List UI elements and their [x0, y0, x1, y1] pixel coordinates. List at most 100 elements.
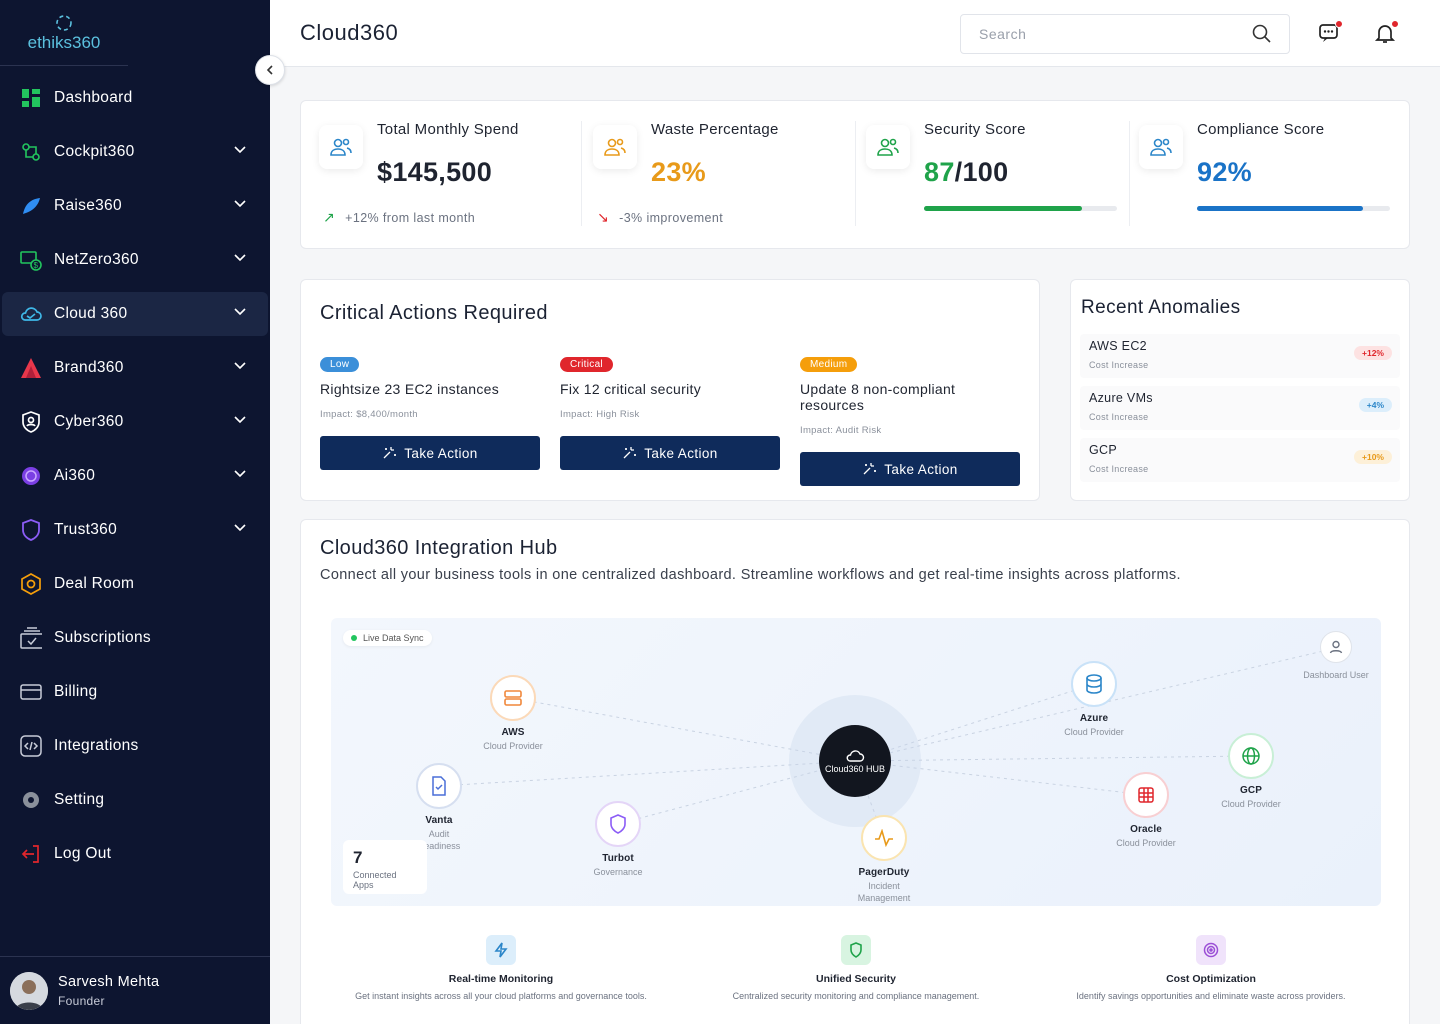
sidebar-item-raise360[interactable]: Raise360	[2, 184, 268, 228]
chevron-down-icon[interactable]	[234, 252, 246, 264]
critical-actions-card: Critical Actions Required Low Rightsize …	[300, 279, 1040, 501]
shield-user-icon	[20, 411, 42, 433]
search-input[interactable]	[960, 14, 1290, 54]
sidebar-item-brand360[interactable]: Brand360	[2, 346, 268, 390]
connected-apps-label: Connected Apps	[353, 870, 397, 890]
action-title: Rightsize 23 EC2 instances	[320, 381, 499, 397]
cockpit-icon	[20, 141, 42, 163]
sidebar-item-label: Integrations	[54, 737, 139, 754]
chat-button[interactable]	[1318, 20, 1343, 46]
code-icon	[20, 735, 42, 757]
node-pagerduty[interactable]: PagerDuty Incident Management	[824, 815, 944, 904]
target-icon	[1196, 935, 1226, 965]
chevron-down-icon[interactable]	[234, 144, 246, 156]
chevron-down-icon[interactable]	[234, 468, 246, 480]
avatar	[10, 971, 48, 1010]
sidebar-item-ai360[interactable]: Ai360	[2, 454, 268, 498]
shield-icon	[595, 801, 641, 847]
notifications-button[interactable]	[1374, 20, 1399, 46]
chevron-down-icon[interactable]	[234, 522, 246, 534]
anomaly-item[interactable]: GCP Cost Increase +10%	[1080, 438, 1400, 482]
sidebar-item-dashboard[interactable]: Dashboard	[2, 76, 268, 120]
sidebar-item-label: Trust360	[54, 521, 117, 538]
chevron-down-icon[interactable]	[234, 360, 246, 372]
stat-compliance-score: Compliance Score 92%	[1139, 119, 1399, 229]
stat-security-score: Security Score 87/100	[866, 119, 1126, 229]
search-icon[interactable]	[1252, 24, 1272, 44]
lightning-icon	[486, 935, 516, 965]
chevron-down-icon[interactable]	[234, 306, 246, 318]
priority-badge: Low	[320, 357, 360, 372]
node-type: Cloud Provider	[1221, 799, 1281, 809]
sidebar-item-cockpit360[interactable]: Cockpit360	[2, 130, 268, 174]
node-vanta[interactable]: Vanta Audit Readiness	[379, 763, 499, 852]
stat-trend-text: -3% improvement	[619, 210, 724, 225]
action-item: Low Rightsize 23 EC2 instances Impact: $…	[320, 354, 540, 470]
take-action-button[interactable]: Take Action	[560, 436, 780, 470]
page-title: Cloud360	[300, 20, 399, 45]
sidebar-item-label: Cyber360	[54, 413, 124, 430]
node-dashboard-user[interactable]: Dashboard User	[1276, 631, 1381, 681]
anomaly-badge: +10%	[1354, 450, 1392, 464]
stat-label: Compliance Score	[1197, 121, 1325, 138]
globe-icon	[1228, 733, 1274, 779]
users-icon	[593, 125, 637, 169]
sidebar-item-log-out[interactable]: Log Out	[2, 832, 268, 876]
user-profile[interactable]: Sarvesh Mehta Founder	[0, 956, 270, 1024]
sidebar-collapse-button[interactable]	[255, 55, 285, 85]
grid-icon	[1123, 772, 1169, 818]
critical-actions-title: Critical Actions Required	[320, 302, 548, 324]
hub-center-label: Cloud360 HUB	[824, 763, 886, 774]
gear-icon	[20, 789, 42, 811]
integration-hub-title: Cloud360 Integration Hub	[320, 537, 558, 559]
anomaly-name: GCP	[1089, 443, 1117, 457]
anomaly-name: AWS EC2	[1089, 339, 1147, 353]
node-oracle[interactable]: Oracle Cloud Provider	[1086, 772, 1206, 849]
brand-logo[interactable]: ethiks360	[0, 0, 128, 66]
feature-desc: Identify savings opportunities and elimi…	[1076, 991, 1346, 1001]
sidebar-item-subscriptions[interactable]: Subscriptions	[2, 616, 268, 660]
node-azure[interactable]: Azure Cloud Provider	[1034, 661, 1154, 738]
stat-waste-percentage: Waste Percentage 23% ↘ -3% improvement	[593, 119, 853, 229]
subscriptions-icon	[20, 627, 42, 649]
anomaly-item[interactable]: AWS EC2 Cost Increase +12%	[1080, 334, 1400, 378]
sidebar-item-netzero360[interactable]: $ NetZero360	[2, 238, 268, 282]
sparkle-icon	[383, 447, 397, 459]
sidebar-item-cloud360[interactable]: Cloud 360	[2, 292, 268, 336]
sidebar-item-label: Cloud 360	[54, 305, 128, 322]
connected-apps-counter: 7 Connected Apps	[343, 840, 427, 894]
integration-hub-diagram: Live Data Sync Cloud360 HUB AWS Cloud Pr…	[331, 618, 1381, 906]
sidebar-item-integrations[interactable]: Integrations	[2, 724, 268, 768]
take-action-button[interactable]: Take Action	[320, 436, 540, 470]
anomaly-item[interactable]: Azure VMs Cost Increase +4%	[1080, 386, 1400, 430]
feature-title: Cost Optimization	[1166, 973, 1256, 985]
sidebar-item-deal-room[interactable]: Deal Room	[2, 562, 268, 606]
notification-dot	[1391, 20, 1399, 28]
chevron-down-icon[interactable]	[234, 198, 246, 210]
sparkle-icon	[623, 447, 637, 459]
node-turbot[interactable]: Turbot Governance	[558, 801, 678, 878]
users-icon	[1139, 125, 1183, 169]
sidebar-item-cyber360[interactable]: Cyber360	[2, 400, 268, 444]
stat-value: 87/100	[924, 157, 1008, 188]
sidebar-item-billing[interactable]: Billing	[2, 670, 268, 714]
stat-trend-text: +12% from last month	[345, 210, 476, 225]
take-action-button[interactable]: Take Action	[800, 452, 1020, 486]
feather-icon	[20, 195, 42, 217]
node-name: Oracle	[1130, 824, 1162, 835]
cloud360-hub-node[interactable]: Cloud360 HUB	[819, 725, 891, 797]
node-name: Vanta	[425, 815, 453, 826]
anomaly-badge: +12%	[1354, 346, 1392, 360]
node-type: Dashboard User	[1303, 670, 1369, 680]
node-name: PagerDuty	[858, 867, 910, 878]
sidebar-item-trust360[interactable]: Trust360	[2, 508, 268, 552]
chevron-left-icon	[266, 65, 273, 75]
take-action-label: Take Action	[884, 461, 958, 477]
recent-anomalies-title: Recent Anomalies	[1081, 297, 1241, 318]
anomaly-type: Cost Increase	[1089, 464, 1149, 474]
chevron-down-icon[interactable]	[234, 414, 246, 426]
sidebar-item-setting[interactable]: Setting	[2, 778, 268, 822]
action-impact: Impact: $8,400/month	[320, 409, 418, 420]
node-gcp[interactable]: GCP Cloud Provider	[1191, 733, 1311, 810]
node-aws[interactable]: AWS Cloud Provider	[453, 675, 573, 752]
